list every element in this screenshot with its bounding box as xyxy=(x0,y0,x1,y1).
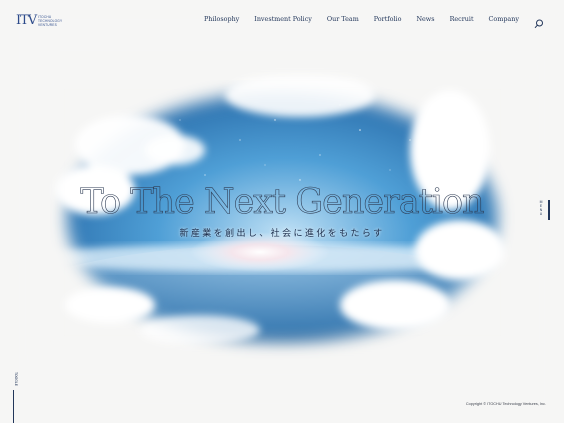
nav-philosophy[interactable]: Philosophy xyxy=(204,15,239,27)
nav-recruit[interactable]: Recruit xyxy=(450,15,474,27)
nav-portfolio[interactable]: Portfolio xyxy=(374,15,402,27)
copyright: Copyright © ITOCHU Technology Ventures, … xyxy=(465,402,546,406)
nav-our-team[interactable]: Our Team xyxy=(327,15,359,27)
nav-news[interactable]: News xyxy=(416,15,434,27)
logo[interactable]: ITV ITOCHU TECHNOLOGY VENTURES xyxy=(16,12,72,30)
logo-subtitle: ITOCHU TECHNOLOGY VENTURES xyxy=(38,15,63,27)
logo-mark: ITV xyxy=(16,13,37,28)
toggle-label: TOGGLE xyxy=(14,372,18,387)
toggle-line[interactable] xyxy=(13,390,14,423)
hero-headline-text: To The Next Generation xyxy=(80,182,484,220)
hero-headline: To The Next Generation xyxy=(80,182,485,220)
menu-label-text: MENU xyxy=(539,200,543,216)
main-nav: Philosophy Investment Policy Our Team Po… xyxy=(204,15,534,27)
menu-button[interactable]: MENU xyxy=(538,200,554,222)
menu-bar-icon xyxy=(548,200,550,220)
hero-tagline: 新産業を創出し、社会に進化をもたらす xyxy=(179,229,385,239)
nav-investment-policy[interactable]: Investment Policy xyxy=(254,15,312,27)
search-icon xyxy=(534,19,543,29)
nav-company[interactable]: Company xyxy=(489,15,519,27)
menu-label: MENU xyxy=(538,200,544,216)
search-button[interactable] xyxy=(534,14,544,29)
